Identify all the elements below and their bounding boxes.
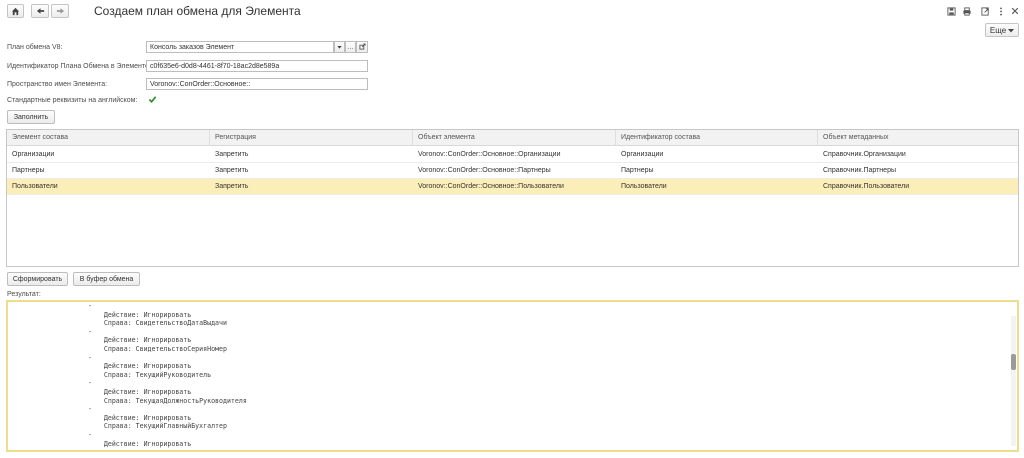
table-cell: Справочник.Партнеры: [823, 167, 896, 174]
scrollbar-thumb[interactable]: [1011, 354, 1016, 370]
table-cell: Запретить: [215, 183, 249, 190]
id-label: Идентификатор Плана Обмена в Элементе:: [7, 63, 151, 70]
close-icon[interactable]: [1010, 6, 1020, 16]
plan-dropdown-button[interactable]: [334, 41, 345, 53]
generate-button[interactable]: Сформировать: [7, 272, 68, 286]
table-cell: Справочник.Организации: [823, 151, 906, 158]
plan-select-button[interactable]: …: [345, 41, 356, 53]
table-cell: Организации: [621, 151, 664, 158]
table-cell: Партнеры: [12, 167, 45, 174]
plan-field[interactable]: Консоль заказов Элемент: [146, 41, 334, 53]
column-header[interactable]: Объект метаданных: [818, 130, 1020, 146]
result-text: - Действие: Игнорировать Справа: Свидете…: [88, 302, 247, 448]
chevron-down-icon: [1008, 26, 1015, 35]
table-cell: Пользователи: [621, 183, 667, 190]
column-header[interactable]: Объект элемента: [413, 130, 616, 146]
table-cell: Справочник.Пользователи: [823, 183, 910, 190]
table-cell: Пользователи: [12, 183, 58, 190]
more-vertical-icon[interactable]: [996, 6, 1006, 16]
table-cell: Voronov::ConOrder::Основное::Партнеры: [418, 167, 551, 174]
column-header[interactable]: Идентификатор состава: [616, 130, 818, 146]
arrow-right-icon: [56, 7, 65, 15]
checkmark-icon: [148, 95, 157, 106]
vertical-scrollbar[interactable]: [1011, 316, 1016, 446]
home-icon: [11, 7, 20, 16]
link-icon: [358, 42, 366, 52]
table-header: Элемент состава Регистрация Объект элеме…: [7, 130, 1018, 146]
page-title: Создаем план обмена для Элемента: [94, 4, 301, 18]
table-cell: Запретить: [215, 151, 249, 158]
column-header[interactable]: Регистрация: [210, 130, 413, 146]
namespace-field[interactable]: Voronov::ConOrder::Основное::: [146, 78, 368, 90]
plan-open-button[interactable]: [356, 41, 368, 53]
fill-button[interactable]: Заполнить: [7, 110, 55, 124]
namespace-label: Пространство имен Элемента:: [7, 81, 108, 88]
back-button[interactable]: [31, 4, 49, 18]
print-icon[interactable]: [962, 6, 972, 16]
result-textarea[interactable]: - Действие: Игнорировать Справа: Свидете…: [6, 300, 1019, 452]
home-button[interactable]: [7, 4, 24, 18]
plan-label: План обмена V8:: [7, 44, 63, 51]
table-cell: Voronov::ConOrder::Основное::Организации: [418, 151, 561, 158]
copy-to-clipboard-button[interactable]: В буфер обмена: [73, 272, 140, 286]
table-row-selected[interactable]: Пользователи Запретить Voronov::ConOrder…: [7, 179, 1018, 195]
table-cell: Организации: [12, 151, 55, 158]
table-cell: Партнеры: [621, 167, 654, 174]
arrow-left-icon: [36, 7, 45, 15]
title-bar: Создаем план обмена для Элемента: [0, 0, 1024, 22]
restore-window-icon[interactable]: [980, 6, 990, 16]
chevron-down-icon: [337, 44, 342, 51]
table-cell: Запретить: [215, 167, 249, 174]
table-row[interactable]: Организации Запретить Voronov::ConOrder:…: [7, 147, 1018, 163]
english-checkbox[interactable]: [148, 96, 157, 105]
ellipsis-icon: …: [347, 43, 354, 51]
table-row[interactable]: Партнеры Запретить Voronov::ConOrder::Ос…: [7, 163, 1018, 179]
id-field[interactable]: c0f635e6-d0d8-4461-8f70-18ac2d8e589a: [146, 60, 368, 72]
english-label: Стандартные реквизиты на английском:: [7, 97, 138, 104]
forward-button[interactable]: [51, 4, 69, 18]
table-cell: Voronov::ConOrder::Основное::Пользовател…: [418, 183, 564, 190]
more-label: Еще: [989, 25, 1007, 35]
save-icon[interactable]: [946, 6, 956, 16]
column-header[interactable]: Элемент состава: [7, 130, 210, 146]
composition-table: Элемент состава Регистрация Объект элеме…: [6, 129, 1019, 267]
result-label: Результат:: [7, 291, 41, 298]
more-actions-button[interactable]: Еще: [985, 23, 1019, 37]
